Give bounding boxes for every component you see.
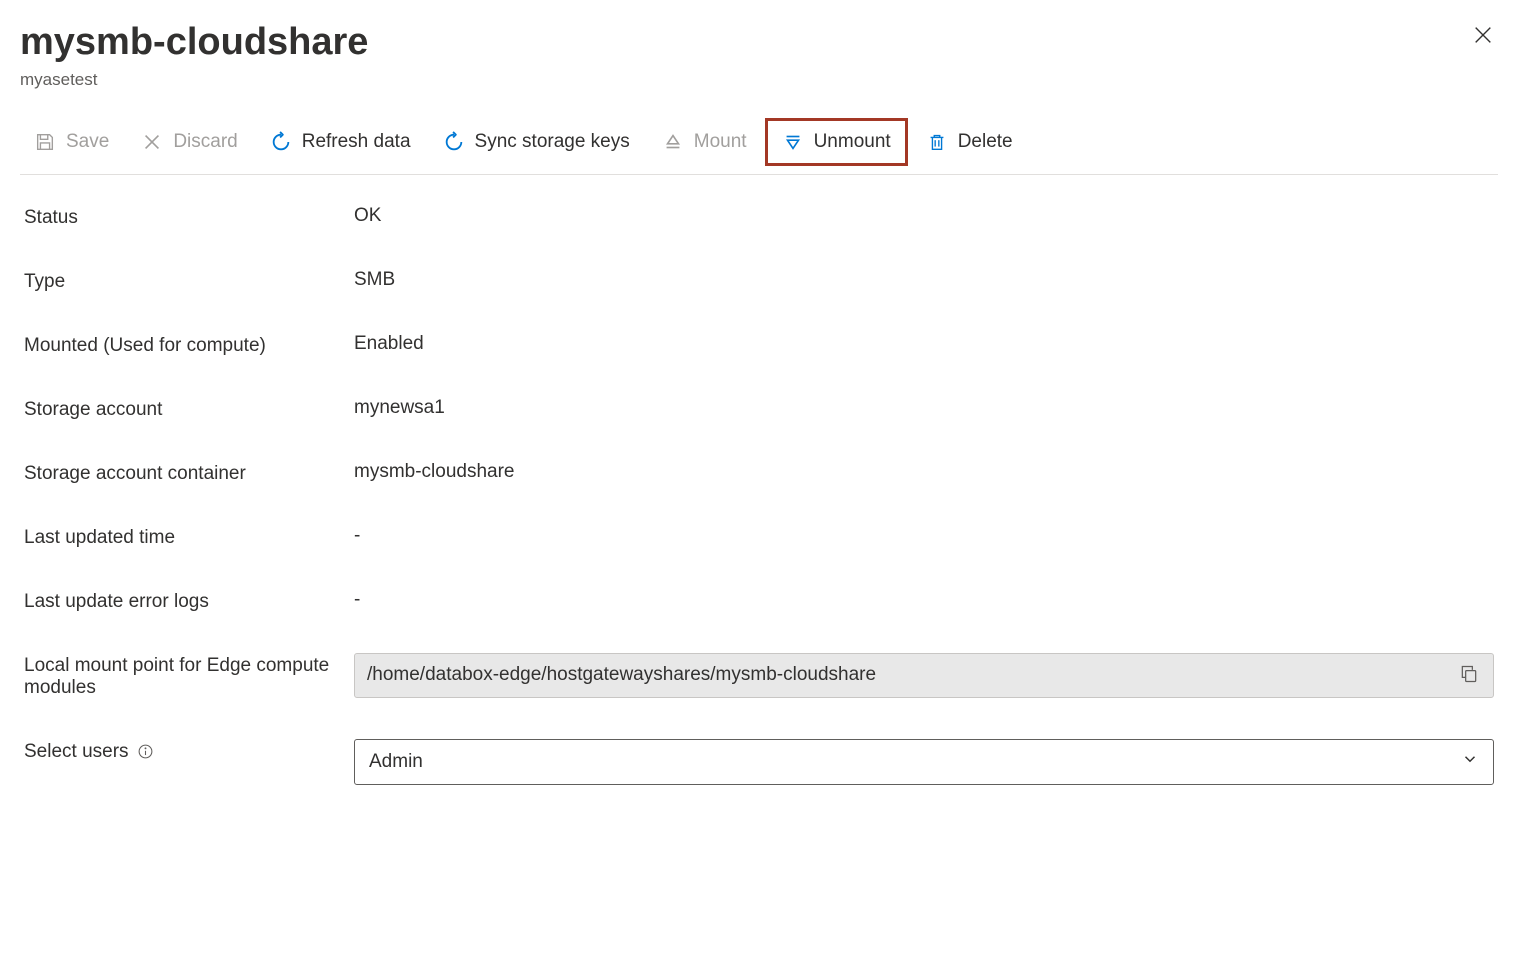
delete-label: Delete [958,131,1013,153]
mount-button: Mount [648,123,761,161]
close-icon [1472,34,1494,49]
status-label: Status [24,205,354,229]
page-title: mysmb-cloudshare [20,20,368,66]
local-mount-point-field: /home/databox-edge/hostgatewayshares/mys… [354,653,1494,698]
storage-account-value: mynewsa1 [354,397,1494,419]
storage-account-container-value: mysmb-cloudshare [354,461,1494,483]
page-subtitle: myasetest [20,70,1498,90]
info-icon[interactable] [137,743,154,760]
refresh-label: Refresh data [302,131,411,153]
close-button[interactable] [1468,20,1498,53]
sync-button[interactable]: Sync storage keys [429,123,644,161]
select-users-value: Admin [369,751,423,773]
local-mount-point-value: /home/databox-edge/hostgatewayshares/mys… [367,664,1457,686]
mounted-label: Mounted (Used for compute) [24,333,354,357]
save-label: Save [66,131,109,153]
unmount-button[interactable]: Unmount [768,123,905,161]
toolbar: Save Discard Refresh data Sync storage k… [20,110,1498,175]
last-update-error-logs-value: - [354,589,1494,611]
last-update-error-logs-label: Last update error logs [24,589,354,613]
select-users-label: Select users [24,739,354,763]
last-updated-time-value: - [354,525,1494,547]
discard-button: Discard [127,123,251,161]
select-users-dropdown[interactable]: Admin [354,739,1494,785]
mounted-value: Enabled [354,333,1494,355]
unmount-highlight: Unmount [765,118,908,166]
storage-account-label: Storage account [24,397,354,421]
unmount-label: Unmount [814,131,891,153]
local-mount-point-label: Local mount point for Edge compute modul… [24,653,354,699]
discard-label: Discard [173,131,237,153]
mount-icon [662,131,684,153]
type-value: SMB [354,269,1494,291]
copy-button[interactable] [1457,662,1481,689]
mount-label: Mount [694,131,747,153]
save-icon [34,131,56,153]
sync-label: Sync storage keys [475,131,630,153]
storage-account-container-label: Storage account container [24,461,354,485]
discard-icon [141,131,163,153]
chevron-down-icon [1461,750,1479,774]
refresh-button[interactable]: Refresh data [256,123,425,161]
save-button: Save [20,123,123,161]
delete-button[interactable]: Delete [912,123,1027,161]
refresh-icon [270,131,292,153]
type-label: Type [24,269,354,293]
last-updated-time-label: Last updated time [24,525,354,549]
sync-icon [443,131,465,153]
status-value: OK [354,205,1494,227]
delete-icon [926,131,948,153]
unmount-icon [782,131,804,153]
copy-icon [1459,664,1479,687]
